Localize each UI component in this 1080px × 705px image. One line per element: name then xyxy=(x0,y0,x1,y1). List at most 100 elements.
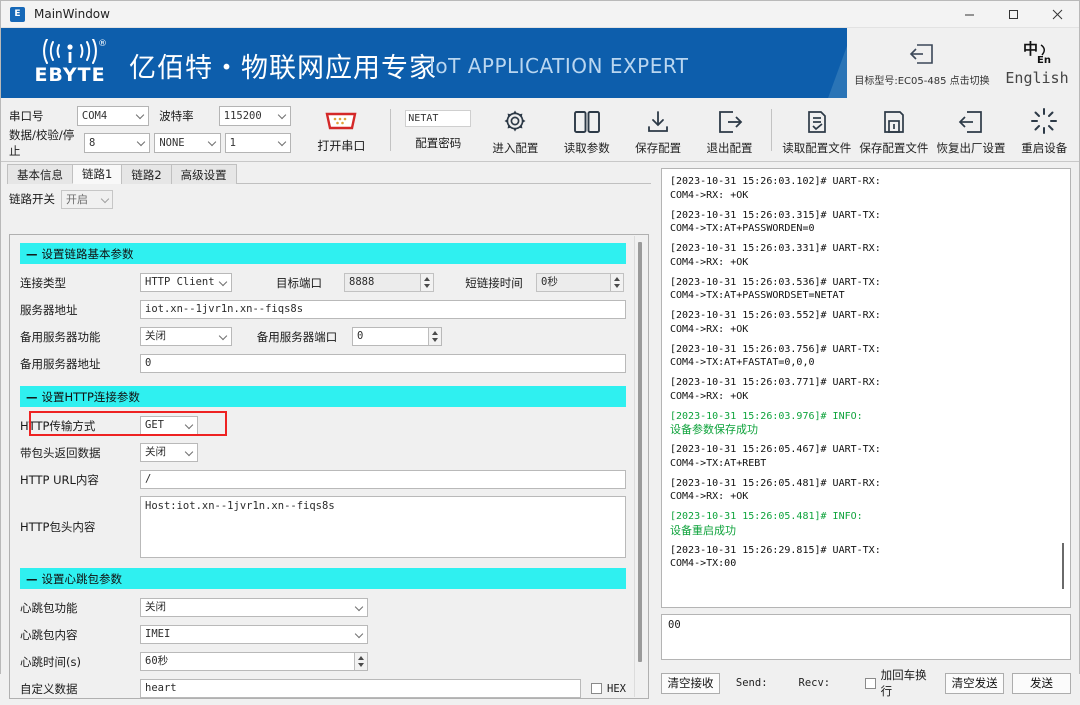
log-entry-body: COM4->TX:AT+REBT xyxy=(670,457,767,469)
baud-select[interactable]: 115200 xyxy=(218,106,291,126)
data-bits-value: 8 xyxy=(88,137,96,149)
http-method-select[interactable]: GET xyxy=(140,416,198,435)
log-entry-head: [2023-10-31 15:26:03.552]# UART-RX: xyxy=(670,310,881,321)
chevron-down-icon xyxy=(100,194,110,203)
gear-icon xyxy=(502,104,528,134)
log-scrollbar[interactable] xyxy=(1058,169,1070,607)
log-entry: [2023-10-31 15:26:03.331]# UART-RX: COM4-… xyxy=(670,242,1054,269)
tab-link2[interactable]: 链路2 xyxy=(121,164,172,184)
log-entry-body: COM4->RX: +OK xyxy=(670,189,749,201)
send-button[interactable]: 发送 xyxy=(1012,672,1071,694)
restore-factory-button[interactable]: 恢复出厂设置 xyxy=(932,98,1009,162)
parity-value: NONE xyxy=(159,137,185,149)
hb-custom-input[interactable]: heart xyxy=(140,679,582,698)
read-config-file-label: 读取配置文件 xyxy=(782,141,852,155)
clear-send-button[interactable]: 清空发送 xyxy=(945,672,1005,694)
exit-config-button[interactable]: 退出配置 xyxy=(694,98,765,162)
download-icon xyxy=(645,104,671,134)
log-entry-head: [2023-10-31 15:26:03.315]# UART-TX: xyxy=(670,209,881,221)
read-config-file-button[interactable]: 读取配置文件 xyxy=(778,98,855,162)
close-button[interactable] xyxy=(1035,1,1079,28)
settings-scrollbar-thumb[interactable] xyxy=(638,242,642,662)
chevron-down-icon xyxy=(218,331,228,341)
config-password[interactable]: NETAT 配置密码 xyxy=(397,98,480,162)
save-config-button[interactable]: 保存配置 xyxy=(622,98,693,162)
language-switch[interactable]: 中 En English xyxy=(997,39,1077,87)
http-method-label: HTTP传输方式 xyxy=(20,418,96,433)
log-entry: [2023-10-31 15:26:03.102]# UART-RX: COM4-… xyxy=(670,175,1054,202)
spinner-icon[interactable] xyxy=(428,328,441,345)
crlf-checkbox[interactable] xyxy=(865,677,876,689)
backup-port-value: 0 xyxy=(357,330,364,342)
backup-port-input[interactable]: 0 xyxy=(352,327,442,346)
parity-select[interactable]: NONE xyxy=(154,133,221,153)
stop-bits-select[interactable]: 1 xyxy=(224,133,291,153)
link-switch-select[interactable]: 开启 xyxy=(61,189,113,209)
hb-content-label: 心跳包内容 xyxy=(20,627,78,642)
log-entry: [2023-10-31 15:26:03.771]# UART-RX: COM4-… xyxy=(670,376,1054,403)
backup-fn-select[interactable]: 关闭 xyxy=(140,327,232,346)
row-http-method: HTTP传输方式 GET xyxy=(20,415,626,436)
short-conn-input[interactable]: 0秒 xyxy=(536,273,624,292)
log-output[interactable]: [2023-10-31 15:26:03.102]# UART-RX: COM4-… xyxy=(661,168,1071,608)
hb-fn-select[interactable]: 关闭 xyxy=(140,598,368,617)
section-basic-title: 设置链路基本参数 xyxy=(41,246,134,261)
log-scrollbar-thumb[interactable] xyxy=(1062,543,1064,589)
reboot-device-button[interactable]: 重启设备 xyxy=(1010,98,1079,162)
open-port-button[interactable]: 打开串口 xyxy=(299,98,384,161)
save-config-file-button[interactable]: 保存配置文件 xyxy=(855,98,932,162)
spinner-icon[interactable] xyxy=(610,274,623,291)
section-heartbeat-params: — 设置心跳包参数 xyxy=(20,568,626,589)
hb-time-input[interactable]: 60秒 xyxy=(140,652,368,671)
minimize-button[interactable] xyxy=(947,1,991,28)
section-http-params: — 设置HTTP连接参数 xyxy=(20,386,626,407)
log-entry: [2023-10-31 15:26:29.815]# UART-TX: COM4-… xyxy=(670,544,1054,571)
tab-link1[interactable]: 链路1 xyxy=(72,164,123,184)
model-switch[interactable]: 目标型号:EC05-485 点击切换 xyxy=(847,40,997,87)
hb-content-select[interactable]: IMEI xyxy=(140,625,368,644)
row-hb-custom: 自定义数据 heart HEX xyxy=(20,678,626,698)
chevron-down-icon xyxy=(135,110,145,120)
http-url-input[interactable]: / xyxy=(140,470,626,489)
exit-icon xyxy=(717,104,743,134)
hb-fn-value: 关闭 xyxy=(145,601,166,613)
row-server-address: 服务器地址 iot.xn--1jvr1n.xn--fiqs8s xyxy=(20,299,626,320)
port-value: COM4 xyxy=(81,110,108,122)
send-textarea[interactable]: 00 xyxy=(661,614,1071,660)
read-params-button[interactable]: 读取参数 xyxy=(551,98,622,162)
save-config-label: 保存配置 xyxy=(635,141,682,155)
header-return-select[interactable]: 关闭 xyxy=(140,443,198,462)
log-entry-head: [2023-10-31 15:26:03.102]# UART-RX: xyxy=(670,176,881,187)
maximize-button[interactable] xyxy=(991,1,1035,28)
row-connection-type: 连接类型 HTTP Client 目标端口 8888 短链接时间 0秒 xyxy=(20,272,626,293)
server-addr-input[interactable]: iot.xn--1jvr1n.xn--fiqs8s xyxy=(140,300,626,319)
row-hb-content: 心跳包内容 IMEI xyxy=(20,624,626,645)
section-dash: — xyxy=(26,571,38,586)
log-entry-body: COM4->TX:AT+PASSWORDEN=0 xyxy=(670,223,815,234)
hb-time-value: 60秒 xyxy=(145,655,169,667)
port-select[interactable]: COM4 xyxy=(76,106,150,126)
enter-config-button[interactable]: 进入配置 xyxy=(480,98,551,162)
conn-type-select[interactable]: HTTP Client xyxy=(140,273,232,292)
settings-scrollbar[interactable] xyxy=(634,236,647,697)
row-hb-time: 心跳时间(s) 60秒 xyxy=(20,651,626,672)
spinner-icon[interactable] xyxy=(354,653,367,670)
main-window: E MainWindow ® EBYTE 亿佰特・物联网应用专家 IoT APP… xyxy=(0,0,1080,705)
clear-recv-button[interactable]: 清空接收 xyxy=(661,672,720,694)
spinner-icon[interactable] xyxy=(420,274,433,291)
book-icon xyxy=(573,104,601,134)
target-port-input[interactable]: 8888 xyxy=(344,273,434,292)
tab-basic-info[interactable]: 基本信息 xyxy=(7,164,73,184)
http-headers-textarea[interactable]: Host:iot.xn--1jvr1n.xn--fiqs8s xyxy=(140,496,626,558)
data-bits-select[interactable]: 8 xyxy=(83,133,151,153)
tab-label: 链路2 xyxy=(131,167,162,182)
hex-checkbox[interactable] xyxy=(591,683,603,694)
ebyte-logo: ® EBYTE xyxy=(15,36,125,88)
tab-advanced[interactable]: 高级设置 xyxy=(170,164,237,184)
log-entry: [2023-10-31 15:26:05.481]# UART-RX: COM4-… xyxy=(670,477,1054,504)
backup-addr-input[interactable]: 0 xyxy=(140,354,626,373)
config-password-input[interactable]: NETAT xyxy=(405,109,472,127)
wifi-signal-icon: ® xyxy=(31,38,109,65)
log-entry-head: [2023-10-31 15:26:05.467]# UART-TX: xyxy=(670,444,881,455)
log-entry-body: COM4->RX: +OK xyxy=(670,256,749,268)
